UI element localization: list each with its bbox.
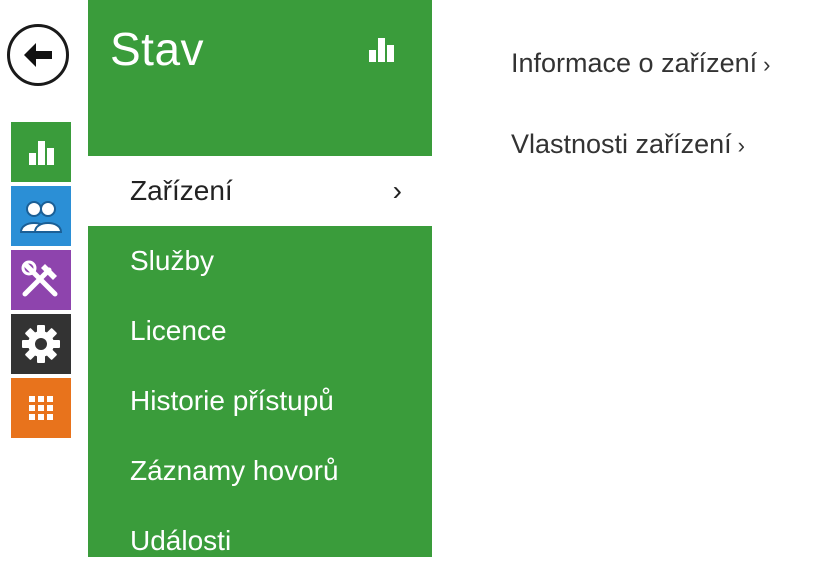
menu-item-zarizeni[interactable]: Zařízení › (88, 156, 432, 226)
device-properties-link[interactable]: Vlastnosti zařízení › (511, 129, 770, 160)
nav-services-button[interactable] (11, 378, 71, 438)
menu-item-zaznamy-hovoru[interactable]: Záznamy hovorů (88, 436, 432, 506)
bar-chart-icon (366, 34, 396, 69)
menu-item-historie-pristupu[interactable]: Historie přístupů (88, 366, 432, 436)
menu-item-label: Události (130, 525, 232, 556)
users-icon (19, 201, 63, 233)
chevron-right-icon: › (392, 175, 402, 206)
chevron-right-icon: › (737, 133, 745, 158)
menu-item-sluzby[interactable]: Služby (88, 226, 432, 296)
back-button[interactable] (7, 24, 69, 86)
content-area: Informace o zařízení › Vlastnosti zařízen… (511, 48, 770, 210)
nav-hardware-button[interactable] (11, 250, 71, 310)
status-panel: Stav Zařízení › Služby Licence Historie … (88, 0, 432, 557)
link-label: Vlastnosti zařízení (511, 129, 732, 159)
chevron-right-icon: › (763, 52, 771, 77)
menu-item-label: Licence (130, 315, 227, 346)
nav-system-button[interactable] (11, 314, 71, 374)
arrow-left-icon (24, 43, 52, 67)
grid-icon (29, 396, 53, 420)
bar-chart-icon (29, 141, 54, 165)
menu-item-label: Historie přístupů (130, 385, 334, 416)
status-menu: Zařízení › Služby Licence Historie příst… (88, 156, 432, 576)
tools-icon (21, 260, 58, 297)
gear-icon (22, 325, 60, 363)
menu-item-label: Záznamy hovorů (130, 455, 339, 486)
nav-status-button[interactable] (11, 122, 71, 182)
menu-item-label: Zařízení (130, 175, 233, 206)
menu-item-label: Služby (130, 245, 215, 276)
link-label: Informace o zařízení (511, 48, 758, 78)
panel-title: Stav (110, 23, 205, 75)
menu-item-udalosti[interactable]: Události (88, 506, 432, 576)
menu-item-licence[interactable]: Licence (88, 296, 432, 366)
device-info-link[interactable]: Informace o zařízení › (511, 48, 770, 79)
nav-rail (11, 122, 71, 442)
nav-directory-button[interactable] (11, 186, 71, 246)
